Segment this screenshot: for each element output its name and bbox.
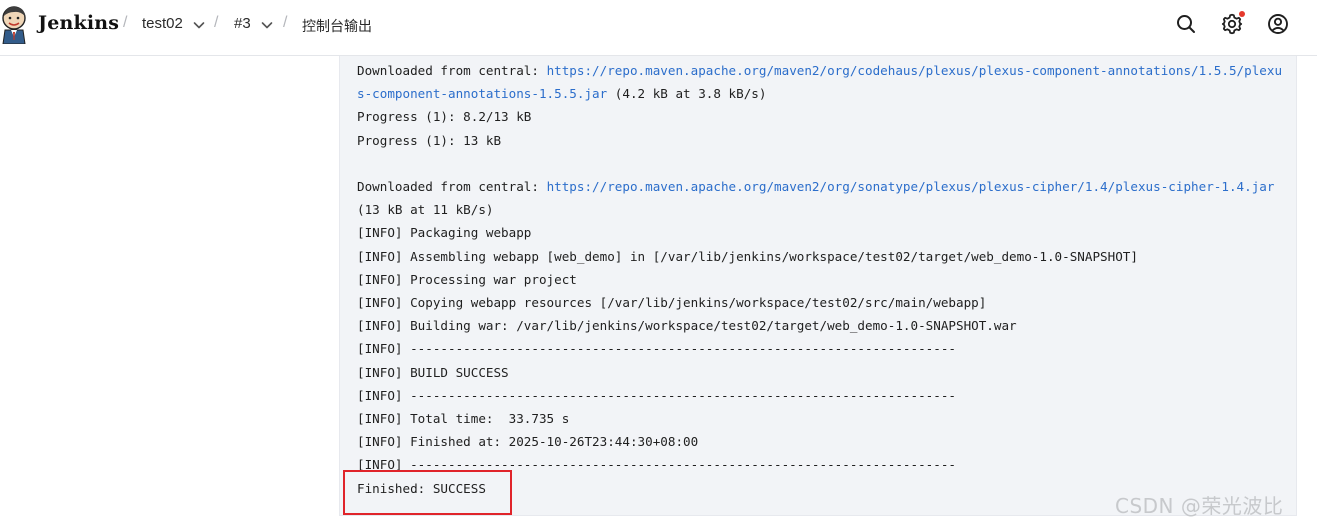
console-line: [INFO] ---------------------------------… [357,384,1287,407]
breadcrumb-console-output: 控制台输出 [302,18,372,34]
top-bar: Jenkins / test02 / #3 / 控制台输出 [0,0,1317,56]
user-icon[interactable] [1266,12,1290,36]
console-line: [INFO] Copying webapp resources [/var/li… [357,291,1287,314]
console-line: Progress (1): 13 kB [357,129,1287,152]
console-line: [INFO] Finished at: 2025-10-26T23:44:30+… [357,430,1287,453]
console-line: [INFO] Total time: 33.735 s [357,407,1287,430]
console-text: [INFO] ---------------------------------… [357,387,956,403]
console-text: Progress (1): 8.2/13 kB [357,109,532,125]
console-line: Downloaded from central: https://repo.ma… [357,175,1287,221]
console-text: [INFO] Building war: /var/lib/jenkins/wo… [357,318,1017,334]
console-text: [INFO] Packaging webapp [357,225,532,241]
console-text: [INFO] ---------------------------------… [357,341,956,357]
console-output-panel: Downloaded from central: https://repo.ma… [339,56,1297,516]
console-text: (4.2 kB at 3.8 kB/s) [607,86,767,102]
chevron-down-icon[interactable] [259,17,275,33]
search-icon[interactable] [1174,12,1198,36]
console-text: Progress (1): 13 kB [357,132,502,148]
console-line: Downloaded from central: https://repo.ma… [357,59,1287,105]
console-line: [INFO] ---------------------------------… [357,337,1287,360]
console-text: Downloaded from central: [357,179,547,194]
console-line: [INFO] Packaging webapp [357,221,1287,244]
breadcrumb-build[interactable]: #3 [234,15,251,32]
breadcrumb-job[interactable]: test02 [142,15,183,32]
console-line: Progress (1): 8.2/13 kB [357,105,1287,128]
highlight-annotation [343,470,512,515]
console-text: [INFO] Copying webapp resources [/var/li… [357,295,987,311]
console-text: [INFO] Assembling webapp [web_demo] in [… [357,248,1138,264]
breadcrumb-separator: / [283,14,288,31]
console-line: [INFO] Building war: /var/lib/jenkins/wo… [357,314,1287,337]
watermark: CSDN @荣光波比 [1115,494,1284,518]
breadcrumb-separator: / [123,14,128,31]
notification-dot [1239,11,1245,17]
console-line: [INFO] Processing war project [357,268,1287,291]
brand-title[interactable]: Jenkins [38,12,119,34]
console-text: [INFO] Total time: 33.735 s [357,411,570,427]
console-text: Downloaded from central: [357,63,547,78]
download-link[interactable]: https://repo.maven.apache.org/maven2/org… [547,179,1275,194]
console-text: [INFO] BUILD SUCCESS [357,364,509,380]
breadcrumb-separator: / [214,14,219,31]
console-line: [INFO] BUILD SUCCESS [357,361,1287,384]
console-text: [INFO] Finished at: 2025-10-26T23:44:30+… [357,434,699,450]
jenkins-logo-icon[interactable] [0,4,30,44]
console-text: [INFO] Processing war project [357,271,577,287]
console-line: [INFO] Assembling webapp [web_demo] in [… [357,245,1287,268]
chevron-down-icon[interactable] [191,17,207,33]
console-log: Downloaded from central: https://repo.ma… [357,59,1287,500]
